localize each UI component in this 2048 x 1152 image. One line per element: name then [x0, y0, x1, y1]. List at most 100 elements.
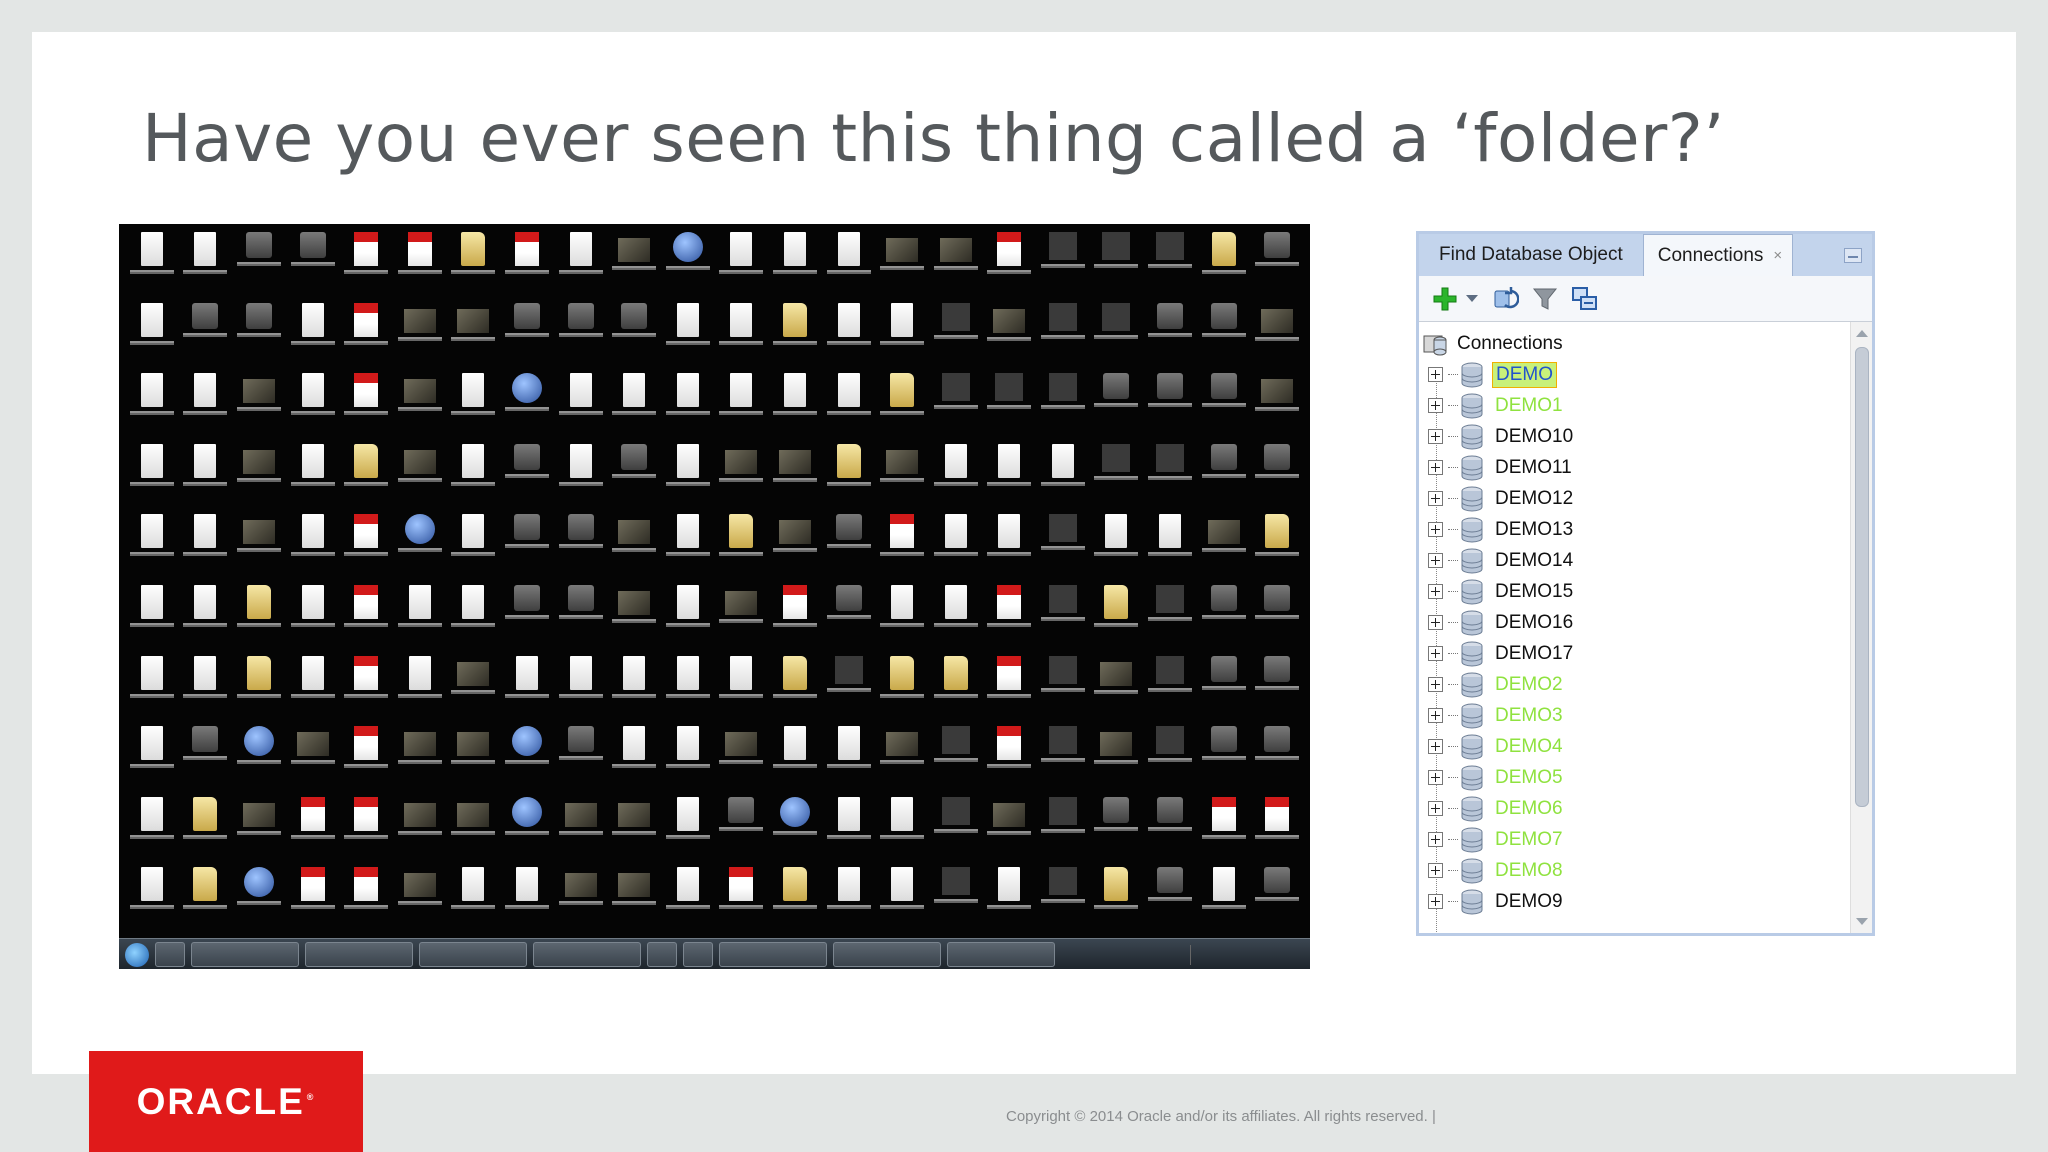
pdf-file-icon: [1211, 796, 1236, 831]
tab-connections[interactable]: Connections ×: [1642, 234, 1794, 276]
tree-node-connection[interactable]: DEMO7: [1419, 824, 1872, 855]
expand-icon[interactable]: [1428, 894, 1443, 909]
expand-icon[interactable]: [1428, 832, 1443, 847]
desktop-icon-caption: [504, 905, 549, 910]
desktop-icon-caption: [1040, 264, 1085, 268]
expand-icon[interactable]: [1428, 739, 1443, 754]
file-icon: [1156, 443, 1185, 472]
expand-icon[interactable]: [1428, 708, 1443, 723]
tree-node-label: DEMO17: [1495, 642, 1574, 664]
expand-icon[interactable]: [1428, 646, 1443, 661]
tree-node-connection[interactable]: DEMO4: [1419, 731, 1872, 762]
desktop-icon-doc: [125, 581, 179, 652]
tree-node-connection[interactable]: DEMO8: [1419, 855, 1872, 886]
tree-node-connection[interactable]: DEMO17: [1419, 638, 1872, 669]
expand-icon[interactable]: [1428, 491, 1443, 506]
expand-icon[interactable]: [1428, 584, 1443, 599]
file-icon: [140, 655, 163, 690]
tree-node-connection[interactable]: DEMO13: [1419, 514, 1872, 545]
file-icon: [194, 584, 217, 619]
tab-label: Find Database Object: [1439, 244, 1623, 265]
tree-node-connection[interactable]: DEMO: [1419, 359, 1872, 390]
desktop-icon-gray: [822, 510, 876, 581]
desktop-icon-caption: [558, 693, 603, 698]
desktop-icon-img: [715, 581, 769, 652]
image-file-icon: [725, 732, 758, 757]
filter-icon[interactable]: [1531, 285, 1559, 313]
desktop-icon-caption: [880, 477, 925, 482]
minimize-button[interactable]: [1844, 248, 1862, 263]
file-icon: [567, 726, 594, 753]
desktop-icon-doc: [929, 440, 983, 511]
tree-scrollbar[interactable]: [1850, 322, 1872, 933]
tree-node-connection[interactable]: DEMO5: [1419, 762, 1872, 793]
tree-node-connection[interactable]: DEMO15: [1419, 576, 1872, 607]
tree-connector: [1448, 777, 1458, 778]
tree-node-connection[interactable]: DEMO10: [1419, 421, 1872, 452]
file-icon: [783, 232, 806, 266]
tree-node-label: DEMO7: [1495, 828, 1563, 850]
tab-find-database-object[interactable]: Find Database Object: [1419, 234, 1643, 276]
desktop-icon-caption: [612, 266, 657, 270]
desktop-icon-pdf: [983, 581, 1037, 652]
expand-icon[interactable]: [1428, 460, 1443, 475]
expand-icon[interactable]: [1428, 863, 1443, 878]
desktop-icon-img: [1090, 722, 1144, 793]
file-icon: [676, 655, 699, 690]
file-icon: [941, 867, 970, 896]
dropdown-arrow-icon[interactable]: [1465, 285, 1479, 313]
tree-connector: [1448, 498, 1458, 499]
folder-icon: [246, 584, 271, 619]
expand-icon[interactable]: [1428, 677, 1443, 692]
desktop-icon-caption: [451, 411, 496, 416]
desktop-icon-img: [232, 510, 286, 581]
file-icon: [1102, 443, 1131, 472]
expand-icon[interactable]: [1428, 367, 1443, 382]
desktop-icon-gray: [1197, 722, 1251, 793]
desktop-icon-caption: [1040, 899, 1085, 904]
desktop-icon-dark: [1036, 581, 1090, 652]
desktop-icon-img: [554, 793, 608, 864]
expand-icon[interactable]: [1428, 398, 1443, 413]
close-icon[interactable]: ×: [1773, 247, 1782, 264]
expand-icon[interactable]: [1428, 770, 1443, 785]
desktop-icon-caption: [397, 477, 442, 482]
tree-node-connection[interactable]: DEMO3: [1419, 700, 1872, 731]
scroll-thumb[interactable]: [1855, 347, 1869, 807]
tree-node-connection[interactable]: DEMO12: [1419, 483, 1872, 514]
tree-node-connection[interactable]: DEMO9: [1419, 886, 1872, 917]
schema-browser-icon[interactable]: [1571, 285, 1599, 313]
desktop-icon-doc: [875, 793, 929, 864]
desktop-icon-fold: [1090, 581, 1144, 652]
tree-node-connection[interactable]: DEMO16: [1419, 607, 1872, 638]
tree-node-connection[interactable]: DEMO14: [1419, 545, 1872, 576]
expand-icon[interactable]: [1428, 553, 1443, 568]
scroll-down-icon[interactable]: [1856, 918, 1868, 925]
tree-root-connections[interactable]: Connections: [1419, 328, 1872, 359]
tree-node-label: DEMO12: [1495, 487, 1574, 509]
add-connection-icon[interactable]: [1431, 285, 1459, 313]
pdf-file-icon: [354, 867, 379, 902]
expand-icon[interactable]: [1428, 615, 1443, 630]
desktop-icon-dark: [1090, 299, 1144, 370]
expand-icon[interactable]: [1428, 801, 1443, 816]
scroll-up-icon[interactable]: [1856, 330, 1868, 337]
desktop-icon-caption: [1201, 403, 1246, 408]
desktop-icon-doc: [822, 369, 876, 440]
tree-connector: [1448, 591, 1458, 592]
expand-icon[interactable]: [1428, 522, 1443, 537]
database-icon: [1460, 579, 1484, 605]
file-icon: [1264, 584, 1291, 611]
file-icon: [301, 584, 324, 619]
desktop-icon-doc: [607, 722, 661, 793]
desktop-icon-caption: [772, 622, 817, 627]
tree-node-connection[interactable]: DEMO1: [1419, 390, 1872, 421]
tree-node-connection[interactable]: DEMO11: [1419, 452, 1872, 483]
image-file-icon: [886, 449, 919, 474]
tree-node-connection[interactable]: DEMO2: [1419, 669, 1872, 700]
expand-icon[interactable]: [1428, 429, 1443, 444]
file-icon: [1157, 867, 1184, 894]
desktop-icon-doc: [822, 722, 876, 793]
tree-node-connection[interactable]: DEMO6: [1419, 793, 1872, 824]
refresh-icon[interactable]: [1491, 285, 1519, 313]
